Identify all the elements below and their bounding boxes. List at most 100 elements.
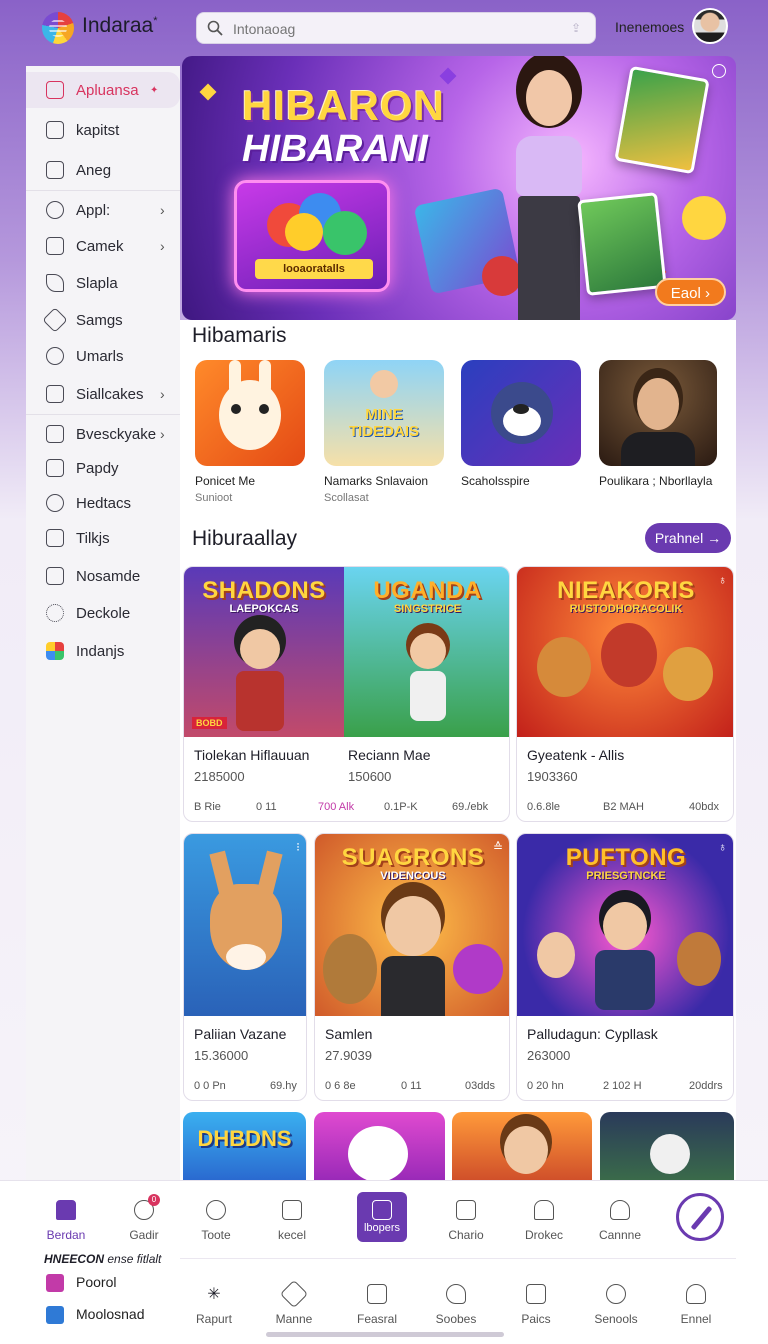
share-icon (46, 161, 64, 179)
sidebar-item-camek[interactable]: Camek › (26, 228, 180, 264)
sidebar-item-deckole[interactable]: Deckole (26, 595, 180, 631)
game-thumbnail[interactable] (461, 360, 581, 466)
game-thumbnail[interactable]: PUFTONG PRIESGTNCKE ♁ (517, 834, 733, 1016)
sidebar-item-tilkjs[interactable]: Tilkjs (26, 520, 180, 556)
avatar[interactable] (692, 8, 728, 44)
game-thumbnail[interactable]: SHADONS LAEPOKCAS BOBD (184, 567, 344, 737)
sidebar-item-label: Slapla (76, 274, 118, 292)
quick-link-poorol[interactable]: Poorol (44, 1272, 174, 1294)
sidebar-item-label: kapitst (76, 121, 120, 139)
quick-link-moolosnad[interactable]: Moolosnad (44, 1304, 174, 1326)
game-thumbnail[interactable]: UGANDA SINGSTRICE (344, 567, 509, 737)
item-name: Namarks Snlavaion (324, 474, 429, 488)
search-input[interactable] (233, 19, 553, 39)
game-card-peek[interactable] (314, 1112, 445, 1180)
corner-icon[interactable]: ♁ (718, 840, 727, 854)
sidebar-item-hedtacs[interactable]: Hedtacs (26, 485, 180, 521)
game-thumbnail[interactable]: ⁝ (184, 834, 306, 1016)
camera-icon (46, 201, 64, 219)
compass-icon (606, 1284, 626, 1304)
game-thumbnail[interactable]: MINE TIDEDAIS (324, 360, 444, 466)
hero-cta-button[interactable]: Eaol › (654, 278, 726, 306)
divider (26, 414, 180, 415)
sidebar-item-appl[interactable]: Appl: › (26, 192, 180, 228)
corner-icon[interactable]: ⁝ (296, 840, 300, 854)
hero-title: HIBARON (242, 82, 445, 129)
recommended-item[interactable]: Scaholsspire (461, 360, 581, 488)
sidebar-item-apluansa[interactable]: Apluansa ✦ (26, 72, 180, 108)
search-bar[interactable]: ⇪ (196, 12, 596, 44)
tab-soobes[interactable]: Soobes (420, 1270, 492, 1330)
sidebar-item-slapla[interactable]: Slapla (26, 265, 180, 301)
sidebar-item-aneg[interactable]: Aneg (26, 152, 180, 188)
recommended-item[interactable]: Poulikara ; Nborllayla (599, 360, 717, 488)
see-more-button[interactable]: Prahnel → (645, 523, 731, 553)
tab-berdan[interactable]: Berdan (30, 1186, 102, 1246)
corner-icon[interactable]: ♁ (718, 573, 727, 587)
calendar-icon (526, 1284, 546, 1304)
tab-label: Cannne (598, 1228, 642, 1242)
game-card[interactable]: NIEAKORIS RUSTODHORACOLIK ♁ Gyeatenk - A… (516, 566, 734, 822)
divider (26, 190, 180, 191)
game-meta: 69.hy (270, 1080, 297, 1092)
sidebar-item-siallcakes[interactable]: Siallcakes › (26, 376, 180, 412)
sidebar-item-papdy[interactable]: Papdy (26, 450, 180, 486)
sidebar-item-nosamde[interactable]: Nosamde (26, 558, 180, 594)
tab-feasral[interactable]: Feasral (341, 1270, 413, 1330)
app-logo[interactable] (42, 12, 74, 44)
color-swatch-icon (46, 1274, 64, 1292)
bars-icon (46, 567, 64, 585)
car-icon (534, 1200, 554, 1220)
recommended-item[interactable]: MINE TIDEDAIS Namarks Snlavaion Scollasa… (324, 360, 444, 504)
game-meta: 0 0 Pn (194, 1080, 226, 1092)
carousel-indicator-icon[interactable] (712, 64, 726, 78)
tab-kecel[interactable]: kecel (256, 1186, 328, 1246)
tab-toote[interactable]: Toote (180, 1186, 252, 1246)
game-card-peek[interactable] (600, 1112, 734, 1180)
tab-ennel[interactable]: Ennel (660, 1270, 732, 1330)
sidebar-item-umarls[interactable]: Umarls (26, 338, 180, 374)
corner-icon[interactable]: ≙ (493, 840, 503, 854)
game-thumbnail[interactable]: SUAGRONS VIDENCOUS ≙ (315, 834, 509, 1016)
sidebar-item-label: Hedtacs (76, 494, 132, 512)
hero-banner[interactable]: HIBARON HIBARANI looaoratalls Eaol › (182, 56, 736, 320)
game-meta: B Rie (194, 801, 221, 813)
sidebar-item-bvesckyake[interactable]: Bvesckyake › (26, 416, 180, 452)
game-thumbnail[interactable] (599, 360, 717, 466)
tab-drokec[interactable]: Drokec (508, 1186, 580, 1246)
sparkle-icon: ✳ (207, 1286, 221, 1303)
upload-icon[interactable]: ⇪ (571, 21, 585, 35)
game-card-peek[interactable]: DHBDNS (183, 1112, 306, 1180)
game-card-peek[interactable] (452, 1112, 592, 1180)
tab-rapurt[interactable]: ✳ Rapurt (178, 1270, 250, 1330)
game-meta: 20ddrs (689, 1080, 723, 1092)
recommended-item[interactable]: Ponicet Me Sunioot (195, 360, 305, 504)
game-thumbnail[interactable] (195, 360, 305, 466)
game-card[interactable]: SHADONS LAEPOKCAS BOBD UGANDA SINGSTRICE… (183, 566, 510, 822)
person-icon (686, 1284, 706, 1304)
sidebar-item-kapitst[interactable]: kapitst (26, 112, 180, 148)
tab-lbopers[interactable]: lbopers (357, 1192, 407, 1242)
game-card[interactable]: PUFTONG PRIESGTNCKE ♁ Palludagun: Cyplla… (516, 833, 734, 1101)
tab-cannne[interactable]: Cannne (584, 1186, 656, 1246)
edit-fab-button[interactable] (676, 1193, 724, 1241)
sidebar-item-label: Bvesckyake (76, 425, 157, 443)
game-card[interactable]: ⁝ Paliian Vazane 15.36000 0 0 Pn 69.hy (183, 833, 307, 1101)
tab-manne[interactable]: Manne (258, 1270, 330, 1330)
tag-icon (279, 1279, 309, 1309)
game-title: Paliian Vazane (194, 1026, 287, 1042)
tab-paics[interactable]: Paics (500, 1270, 572, 1330)
user-name[interactable]: Inenemoes (615, 19, 684, 35)
tab-gadir[interactable]: 0 Gadir (108, 1186, 180, 1246)
tab-chario[interactable]: Chario (430, 1186, 502, 1246)
game-card[interactable]: SUAGRONS VIDENCOUS ≙ Samlen 27.9039 0 6 … (314, 833, 510, 1101)
tab-senools[interactable]: Senools (580, 1270, 652, 1330)
sidebar: Apluansa ✦ kapitst Aneg Appl: › Camek › … (26, 66, 180, 1180)
sparkle-icon (199, 83, 217, 101)
home-icon (56, 1200, 76, 1220)
sidebar-item-samgs[interactable]: Samgs (26, 302, 180, 338)
tab-label: lbopers (363, 1222, 401, 1234)
game-thumbnail[interactable]: NIEAKORIS RUSTODHORACOLIK ♁ (517, 567, 733, 737)
sidebar-item-indanjs[interactable]: Indanjs (26, 633, 180, 669)
game-meta: 40bdx (689, 801, 719, 813)
